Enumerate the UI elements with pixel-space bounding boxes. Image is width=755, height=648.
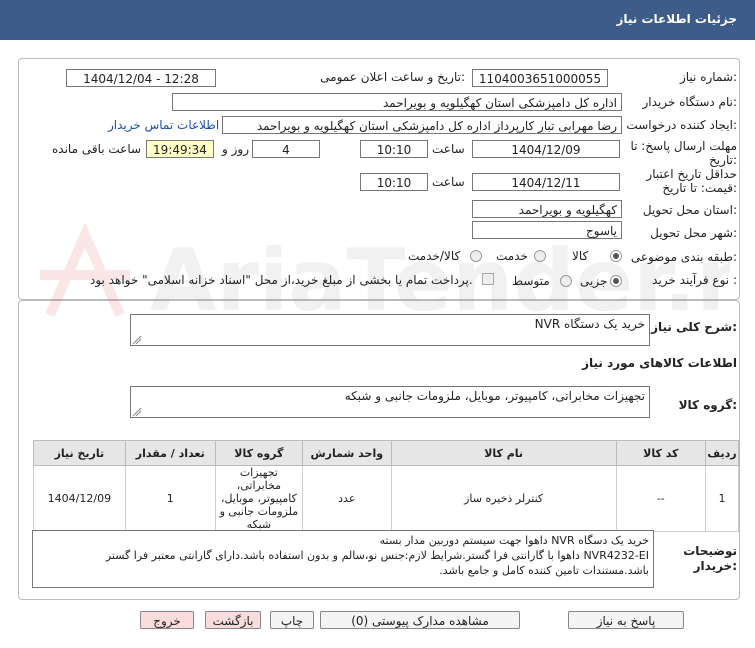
validity-label-1: حداقل تاریخ اعتبار <box>646 167 737 181</box>
process-small-label: جزیی <box>580 274 608 288</box>
reply-date-field[interactable]: 1404/12/09 <box>472 140 620 158</box>
buyer-notes-label-2: خریدار: <box>693 559 737 573</box>
cell-unit: عدد <box>301 465 392 532</box>
col-header-code: کد کالا <box>615 440 707 466</box>
province-field[interactable]: کهگیلویه و بویراحمد <box>472 200 622 218</box>
exit-button[interactable]: خروج <box>140 611 194 629</box>
cell-code: -- <box>615 465 707 532</box>
goods-group-text: تجهیزات مخابراتی، کامپیوتر، موبایل، ملزو… <box>344 389 645 403</box>
need-number-field[interactable]: 1104003651000055 <box>472 69 608 87</box>
category-goods-radio[interactable] <box>610 250 622 262</box>
requester-label: ایجاد کننده درخواست: <box>626 118 737 132</box>
validity-date-field[interactable]: 1404/12/11 <box>472 173 620 191</box>
col-header-date: تاریخ نیاز <box>33 440 126 466</box>
buyer-notes-line-3: باشد.مستندات تامین کننده کامل و جامع باش… <box>439 564 649 577</box>
category-service-label: خدمت <box>496 249 528 263</box>
cell-name: کنترلر ذخیره ساز <box>390 465 617 532</box>
remaining-time-field: 19:49:34 <box>146 140 214 158</box>
reply-time-label: ساعت <box>432 142 465 156</box>
process-small-radio[interactable] <box>610 275 622 287</box>
goods-info-title: اطلاعات کالاهای مورد نیاز <box>582 356 737 370</box>
process-label: نوع فرآیند خرید : <box>652 273 737 287</box>
col-header-name: نام کالا <box>390 440 617 466</box>
items-table: ردیف کد کالا نام کالا واحد شمارش گروه کا… <box>33 440 739 532</box>
description-field[interactable]: خرید یک دستگاه NVR <box>130 314 650 346</box>
process-medium-radio[interactable] <box>560 275 572 287</box>
category-service-radio[interactable] <box>534 250 546 262</box>
process-medium-label: متوسط <box>512 274 550 288</box>
page-title: جزئیات اطلاعات نیاز <box>616 12 737 26</box>
days-field[interactable]: 4 <box>252 140 320 158</box>
resize-handle-icon[interactable] <box>133 336 141 344</box>
category-goods-label: کالا <box>572 249 589 263</box>
validity-label-2: قیمت: تا تاریخ: <box>662 181 737 195</box>
page-header: جزئیات اطلاعات نیاز <box>0 0 755 40</box>
announce-field[interactable]: 1404/12/04 - 12:28 <box>66 69 216 87</box>
buyer-notes-field[interactable]: خرید یک دسگاه NVR داهوا جهت سیستم دوربین… <box>32 530 654 588</box>
goods-group-label: گروه کالا: <box>678 398 737 412</box>
col-header-row: ردیف <box>705 440 739 466</box>
contact-buyer-link[interactable]: اطلاعات تماس خریدار <box>108 118 219 132</box>
category-goods-service-radio[interactable] <box>470 250 482 262</box>
view-documents-button[interactable]: مشاهده مدارک پیوستی (0) <box>320 611 520 629</box>
days-label: روز و <box>222 142 249 156</box>
treasury-checkbox[interactable] <box>482 273 494 285</box>
description-text: خرید یک دستگاه NVR <box>534 317 645 331</box>
buyer-org-field[interactable]: اداره کل دامپزشکی استان کهگیلویه و بویرا… <box>172 93 622 111</box>
resize-handle-icon[interactable] <box>133 408 141 416</box>
city-label: شهر محل تحویل: <box>650 226 737 240</box>
reply-deadline-label-2: تاریخ: <box>709 153 737 167</box>
category-goods-service-label: کالا/خدمت <box>408 249 461 263</box>
province-label: استان محل تحویل: <box>642 203 737 217</box>
payment-note: پرداخت تمام یا بخشی از مبلغ خرید،از محل … <box>90 273 473 287</box>
requester-field[interactable]: رضا مهرابی تبار کارپرداز اداره کل دامپزش… <box>222 116 622 134</box>
cell-row: 1 <box>705 465 739 532</box>
col-header-quantity: تعداد / مقدار <box>124 440 216 466</box>
need-number-label: شماره نیاز: <box>679 70 737 84</box>
buyer-notes-label-1: توضیحات <box>683 544 737 558</box>
cell-date: 1404/12/09 <box>33 465 126 532</box>
print-button[interactable]: چاپ <box>270 611 314 629</box>
table-row[interactable]: 1 -- کنترلر ذخیره ساز عدد تجهیزات مخابرا… <box>33 465 739 532</box>
validity-time-label: ساعت <box>432 175 465 189</box>
description-label: شرح کلی نیاز: <box>651 320 737 334</box>
reply-button[interactable]: پاسخ به نیاز <box>568 611 684 629</box>
back-button[interactable]: بازگشت <box>205 611 261 629</box>
col-header-group: گروه کالا <box>214 440 303 466</box>
col-header-unit: واحد شمارش <box>301 440 392 466</box>
reply-deadline-label-1: مهلت ارسال پاسخ: تا <box>630 139 737 153</box>
goods-group-field[interactable]: تجهیزات مخابراتی، کامپیوتر، موبایل، ملزو… <box>130 386 650 418</box>
cell-quantity: 1 <box>124 465 216 532</box>
cell-group: تجهیزات مخابراتی، کامپیوتر، موبایل، ملزو… <box>214 465 303 532</box>
validity-time-field[interactable]: 10:10 <box>360 173 428 191</box>
buyer-notes-line-1: خرید یک دسگاه NVR داهوا جهت سیستم دوربین… <box>379 534 649 547</box>
buyer-org-label: نام دستگاه خریدار: <box>642 95 738 109</box>
table-header-row: ردیف کد کالا نام کالا واحد شمارش گروه کا… <box>33 440 739 466</box>
category-label: طبقه بندی موضوعی: <box>630 250 737 264</box>
announce-label: تاریخ و ساعت اعلان عمومی: <box>320 70 465 84</box>
city-field[interactable]: یاسوج <box>472 221 622 239</box>
buyer-notes-line-2: NVR4232-EI داهوا با گارانتی فرا گستر.شرا… <box>105 549 649 562</box>
remaining-time-label: ساعت باقی مانده <box>52 142 142 156</box>
reply-time-field[interactable]: 10:10 <box>360 140 428 158</box>
